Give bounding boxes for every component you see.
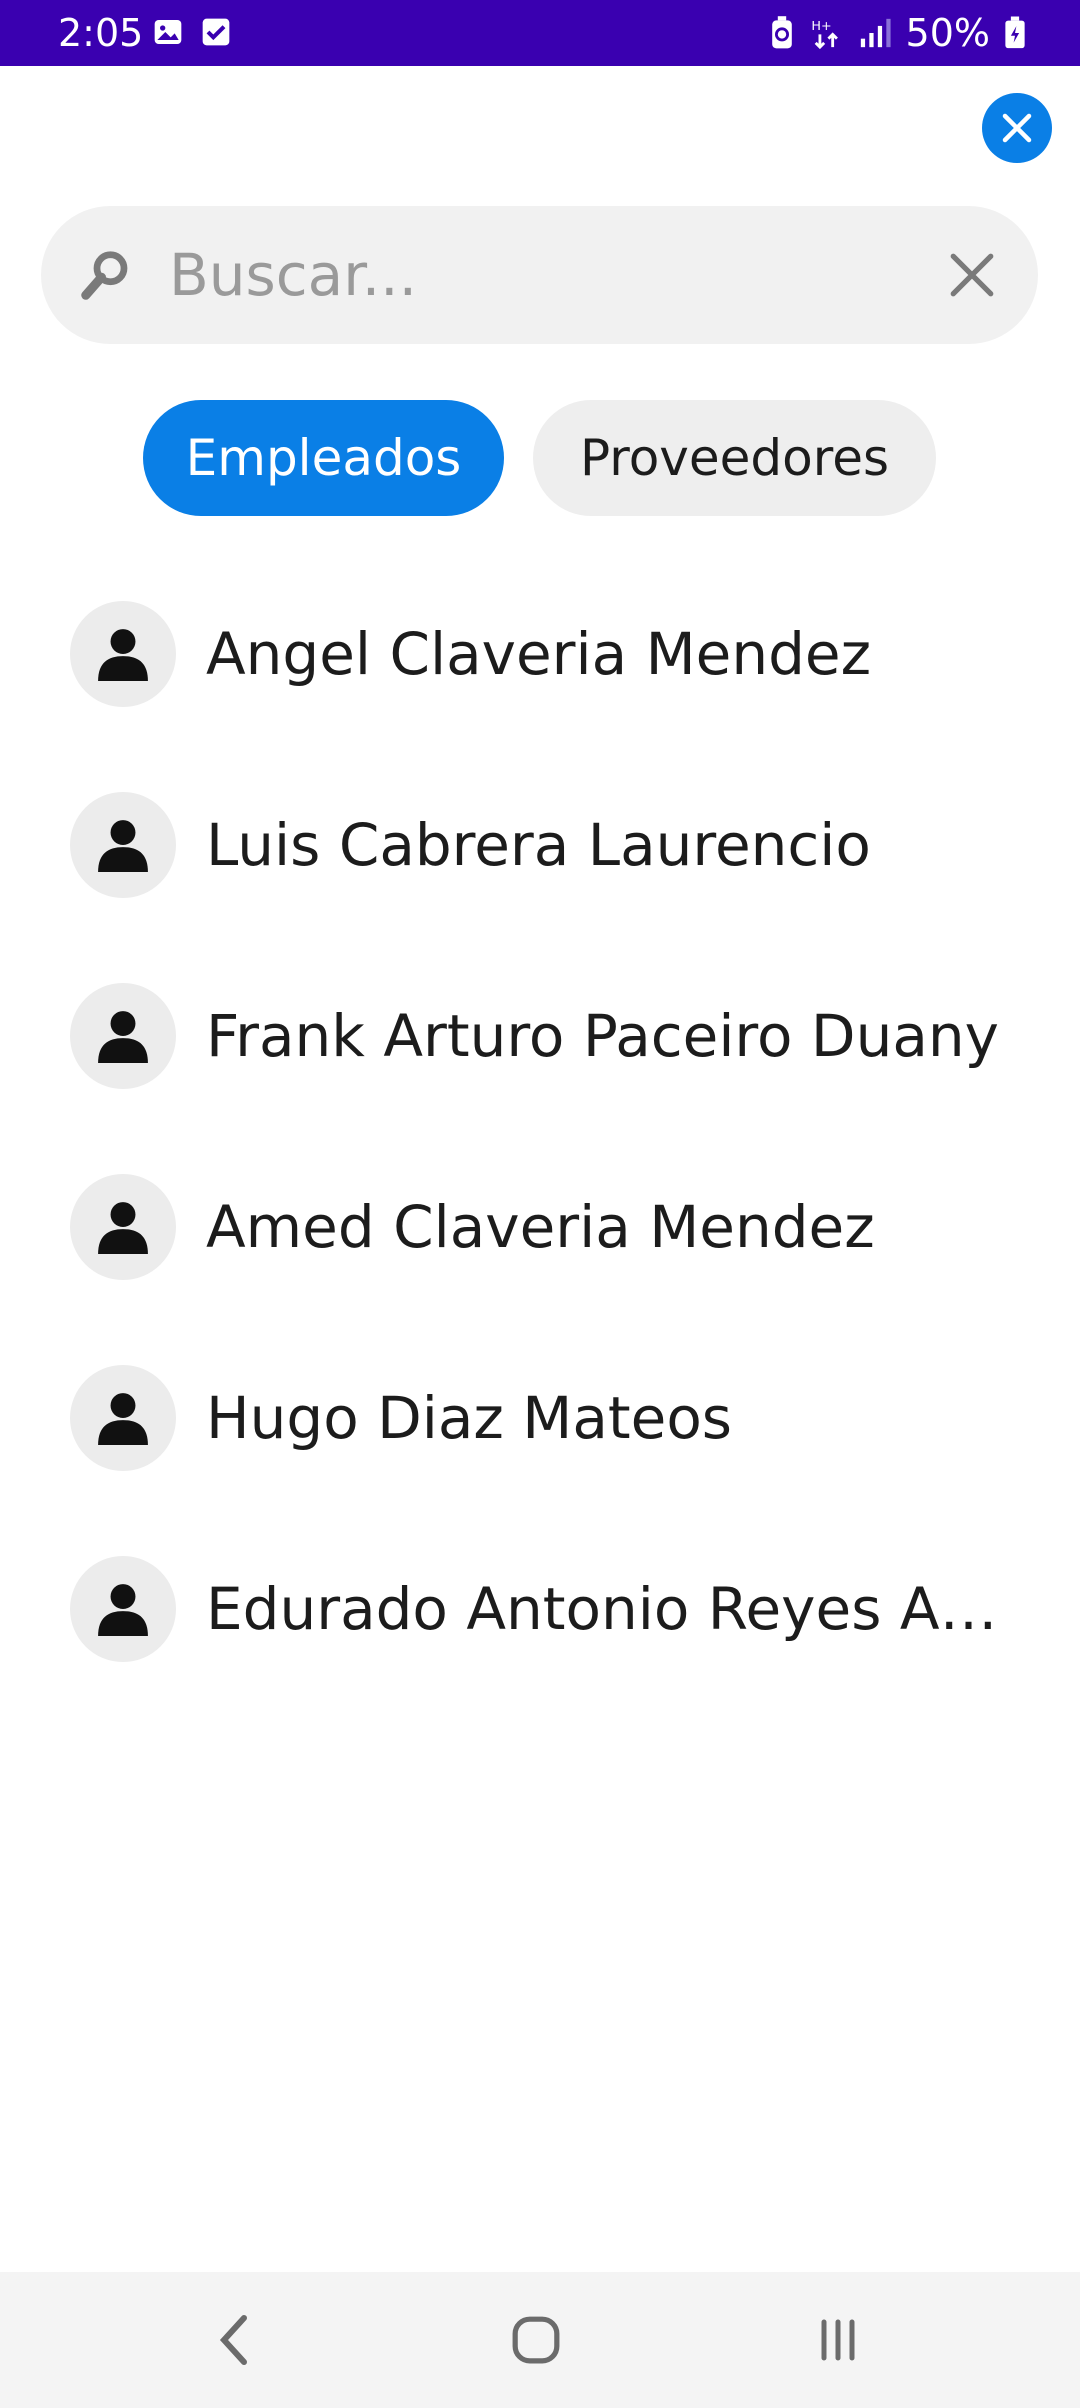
tab-empleados-label: Empleados xyxy=(185,429,462,487)
tab-empleados[interactable]: Empleados xyxy=(143,400,504,516)
status-right-icons: H+ 50% xyxy=(768,8,1026,58)
person-icon xyxy=(98,629,148,681)
list-item[interactable]: Amed Claveria Mendez xyxy=(0,1161,1080,1352)
close-icon xyxy=(1002,113,1032,143)
back-button[interactable] xyxy=(194,2300,274,2380)
tab-proveedores-label: Proveedores xyxy=(579,429,890,487)
checkbox-icon xyxy=(200,16,232,48)
close-button[interactable] xyxy=(982,93,1052,163)
search-input[interactable] xyxy=(169,230,929,320)
tab-proveedores[interactable]: Proveedores xyxy=(533,400,936,516)
avatar xyxy=(70,983,176,1089)
data-icon: H+ xyxy=(810,16,844,50)
list-item[interactable]: Luis Cabrera Laurencio xyxy=(0,779,1080,970)
list-item-name: Amed Claveria Mendez xyxy=(206,1193,875,1261)
recent-apps-button[interactable] xyxy=(798,2300,878,2380)
clear-search-icon[interactable] xyxy=(947,250,997,300)
list-item-name: Hugo Diaz Mateos xyxy=(206,1384,733,1452)
svg-text:H+: H+ xyxy=(811,19,831,34)
home-button[interactable] xyxy=(496,2300,576,2380)
status-bar: 2:05 H+ 50% xyxy=(0,0,1080,66)
people-list: Angel Claveria Mendez Luis Cabrera Laure… xyxy=(0,588,1080,1734)
person-icon xyxy=(98,1202,148,1254)
avatar xyxy=(70,1556,176,1662)
avatar xyxy=(70,1174,176,1280)
navigation-bar xyxy=(0,2272,1080,2408)
person-icon xyxy=(98,1011,148,1063)
battery-saver-icon xyxy=(768,16,796,50)
list-item[interactable]: Frank Arturo Paceiro Duany xyxy=(0,970,1080,1161)
gallery-icon xyxy=(152,16,184,48)
list-item-name: Edurado Antonio Reyes Ar... xyxy=(206,1575,1006,1643)
status-time: 2:05 xyxy=(58,11,144,55)
battery-percent: 50% xyxy=(905,11,990,55)
list-item[interactable]: Angel Claveria Mendez xyxy=(0,588,1080,779)
list-item-name: Frank Arturo Paceiro Duany xyxy=(206,1002,999,1070)
list-item-name: Luis Cabrera Laurencio xyxy=(206,811,871,879)
avatar xyxy=(70,601,176,707)
avatar xyxy=(70,1365,176,1471)
list-item[interactable]: Hugo Diaz Mateos xyxy=(0,1352,1080,1543)
list-item[interactable]: Edurado Antonio Reyes Ar... xyxy=(0,1543,1080,1734)
home-icon xyxy=(512,2316,560,2364)
person-icon xyxy=(98,1584,148,1636)
person-icon xyxy=(98,1393,148,1445)
status-left-icons xyxy=(152,16,232,48)
signal-icon xyxy=(858,16,892,50)
battery-icon xyxy=(1004,16,1026,50)
person-icon xyxy=(98,820,148,872)
back-icon xyxy=(219,2315,247,2365)
avatar xyxy=(70,792,176,898)
recent-apps-icon xyxy=(821,2319,855,2361)
search-icon xyxy=(81,251,128,300)
list-item-name: Angel Claveria Mendez xyxy=(206,620,872,688)
search-bar xyxy=(41,206,1038,344)
